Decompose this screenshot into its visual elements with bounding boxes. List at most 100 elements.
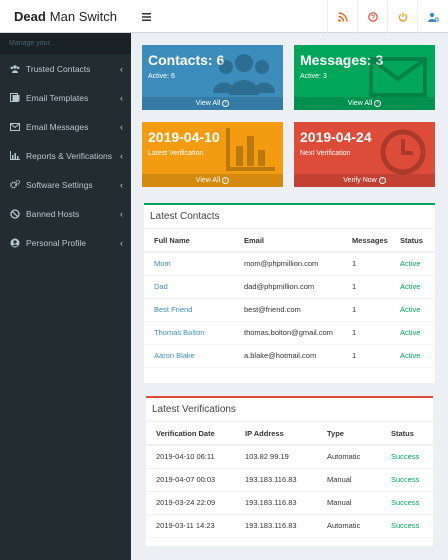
chevron-left-icon: ‹: [120, 179, 123, 190]
latest-verifications-panel: Latest Verifications Verification Date I…: [146, 396, 433, 546]
profile-icon: [10, 238, 20, 248]
logout-button[interactable]: [387, 0, 417, 33]
app-title-rest: Man Switch: [49, 9, 117, 24]
sidebar-item-software-settings[interactable]: Software Settings ‹: [0, 170, 131, 199]
status-badge: Success: [381, 445, 433, 469]
sidebar-item-label: Email Templates: [26, 92, 89, 103]
rss-button[interactable]: [327, 0, 357, 33]
sidebar-item-label: Personal Profile: [26, 237, 87, 248]
cogs-icon: [10, 180, 20, 190]
box-subtitle: Active: 3: [300, 73, 327, 80]
chevron-left-icon: ‹: [120, 63, 123, 74]
sidebar-item-reports-verifications[interactable]: Reports & Verifications ‹: [0, 141, 131, 170]
column-header: IP Address: [235, 422, 317, 446]
sidebar: Manage your... Trusted Contacts ‹ Email …: [0, 33, 131, 560]
verification-type: Automatic: [317, 445, 381, 469]
status-badge: Active: [390, 275, 435, 299]
users-icon: [10, 64, 20, 74]
users-icon: [213, 54, 275, 95]
template-icon: [10, 93, 20, 103]
box-footer-label: Verify Now: [343, 177, 377, 184]
status-badge: Success: [381, 491, 433, 515]
contact-email: thomas.bolton@gmail.com: [234, 321, 342, 345]
sidebar-item-personal-profile[interactable]: Personal Profile ‹: [0, 228, 131, 257]
ip-address: 193.183.116.83: [235, 514, 317, 538]
clock-icon: [380, 129, 426, 175]
chevron-left-icon: ‹: [120, 237, 123, 248]
contact-email: a.blake@hotmail.com: [234, 344, 342, 368]
sidebar-item-email-templates[interactable]: Email Templates ‹: [0, 83, 131, 112]
app-logo[interactable]: Dead Man Switch: [0, 0, 131, 33]
contact-email: dad@phpmillion.com: [234, 275, 342, 299]
verifications-view-all-link[interactable]: View All ›: [142, 174, 283, 187]
chevron-left-icon: ‹: [120, 150, 123, 161]
sidebar-item-label: Banned Hosts: [26, 208, 80, 219]
box-subtitle: Latest Verification: [148, 150, 204, 157]
table-row: Mom mom@phpmillion.com 1 Active: [144, 252, 435, 276]
top-navbar: Dead Man Switch ?: [0, 0, 448, 33]
column-header: Type: [317, 422, 381, 446]
sidebar-item-label: Reports & Verifications: [26, 150, 112, 161]
column-header: Full Name: [144, 229, 234, 253]
box-footer-label: View All: [195, 177, 221, 184]
table-row: Aaron Blake a.blake@hotmail.com 1 Active: [144, 344, 435, 368]
contact-messages: 1: [342, 275, 390, 299]
messages-view-all-link[interactable]: View All ›: [294, 97, 435, 110]
ban-icon: [10, 208, 20, 219]
contact-name-link[interactable]: Aaron Blake: [144, 344, 234, 368]
sidebar-item-label: Software Settings: [26, 179, 93, 190]
table-row: Thomas Bolton thomas.bolton@gmail.com 1 …: [144, 321, 435, 345]
box-title: 2019-04-24: [300, 129, 372, 145]
contacts-summary-box: Contacts: 6 Active: 6 View All ›: [142, 45, 283, 110]
sidebar-item-email-messages[interactable]: Email Messages ‹: [0, 112, 131, 141]
user-settings-icon: [427, 12, 439, 22]
panel-title: Latest Verifications: [146, 398, 433, 422]
bar-chart-icon: [226, 128, 275, 171]
status-badge: Active: [390, 298, 435, 322]
status-badge: Active: [390, 344, 435, 368]
contact-name-link[interactable]: Dad: [144, 275, 234, 299]
contact-messages: 1: [342, 344, 390, 368]
sidebar-item-label: Trusted Contacts: [26, 63, 91, 74]
contact-name-link[interactable]: Best Friend: [144, 298, 234, 322]
ip-address: 103.82.99.19: [235, 445, 317, 469]
envelope-icon: [10, 122, 20, 132]
contacts-view-all-link[interactable]: View All ›: [142, 97, 283, 110]
table-header-row: Full Name Email Messages Status: [144, 229, 435, 253]
chart-icon: [10, 151, 20, 161]
sidebar-item-banned-hosts[interactable]: Banned Hosts ‹: [0, 199, 131, 228]
sidebar-item-label: Email Messages: [26, 121, 89, 132]
contact-messages: 1: [342, 298, 390, 322]
contact-email: mom@phpmillion.com: [234, 252, 342, 276]
table-row: 2019-03-11 14:23 193.183.116.83 Automati…: [146, 514, 433, 538]
contact-messages: 1: [342, 252, 390, 276]
help-button[interactable]: ?: [357, 0, 387, 33]
verification-date: 2019-04-07 00:03: [146, 468, 235, 492]
contact-name-link[interactable]: Mom: [144, 252, 234, 276]
menu-toggle-button[interactable]: [131, 0, 161, 33]
latest-verification-box: 2019-04-10 Latest Verification View All ›: [142, 122, 283, 187]
table-header-row: Verification Date IP Address Type Status: [146, 422, 433, 446]
table-row: 2019-04-07 00:03 193.183.116.83 Manual S…: [146, 468, 433, 492]
account-settings-button[interactable]: [417, 0, 448, 33]
status-badge: Success: [381, 514, 433, 538]
panel-title: Latest Contacts: [144, 205, 435, 229]
arrow-circle-right-icon: ›: [374, 100, 382, 107]
ip-address: 193.183.116.83: [235, 468, 317, 492]
box-footer-label: View All: [195, 100, 221, 107]
verification-date: 2019-03-24 22:09: [146, 491, 235, 515]
ip-address: 193.183.116.83: [235, 491, 317, 515]
chevron-left-icon: ‹: [120, 121, 123, 132]
app-title-bold: Dead: [14, 9, 46, 24]
box-footer-label: View All: [347, 100, 373, 107]
verify-now-link[interactable]: Verify Now ›: [294, 174, 435, 187]
help-icon: ?: [367, 11, 378, 22]
box-subtitle: Next Verification: [300, 150, 351, 157]
contact-name-link[interactable]: Thomas Bolton: [144, 321, 234, 345]
sidebar-item-trusted-contacts[interactable]: Trusted Contacts ‹: [0, 54, 131, 83]
column-header: Status: [390, 229, 435, 253]
verification-date: 2019-03-11 14:23: [146, 514, 235, 538]
table-row: Best Friend best@friend.com 1 Active: [144, 298, 435, 322]
verification-type: Manual: [317, 491, 381, 515]
latest-contacts-panel: Latest Contacts Full Name Email Messages…: [144, 203, 435, 383]
